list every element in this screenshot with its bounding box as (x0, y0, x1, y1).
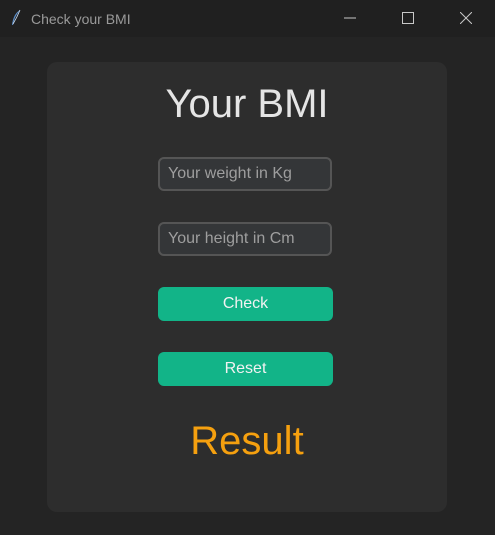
bmi-card: Your BMI Check Reset Result (47, 62, 447, 512)
check-button[interactable]: Check (158, 287, 333, 321)
page-title: Your BMI (165, 82, 329, 126)
window-title: Check your BMI (31, 11, 131, 27)
reset-button[interactable]: Reset (158, 352, 333, 386)
close-icon (460, 12, 472, 24)
result-label: Result (190, 419, 304, 463)
feather-icon (10, 9, 22, 27)
maximize-button[interactable] (385, 0, 431, 37)
close-button[interactable] (443, 0, 489, 37)
weight-input[interactable] (158, 157, 332, 191)
maximize-icon (402, 12, 414, 24)
minimize-button[interactable] (327, 0, 373, 37)
title-bar: Check your BMI (0, 0, 495, 37)
height-input[interactable] (158, 222, 332, 256)
minimize-icon (344, 17, 356, 19)
